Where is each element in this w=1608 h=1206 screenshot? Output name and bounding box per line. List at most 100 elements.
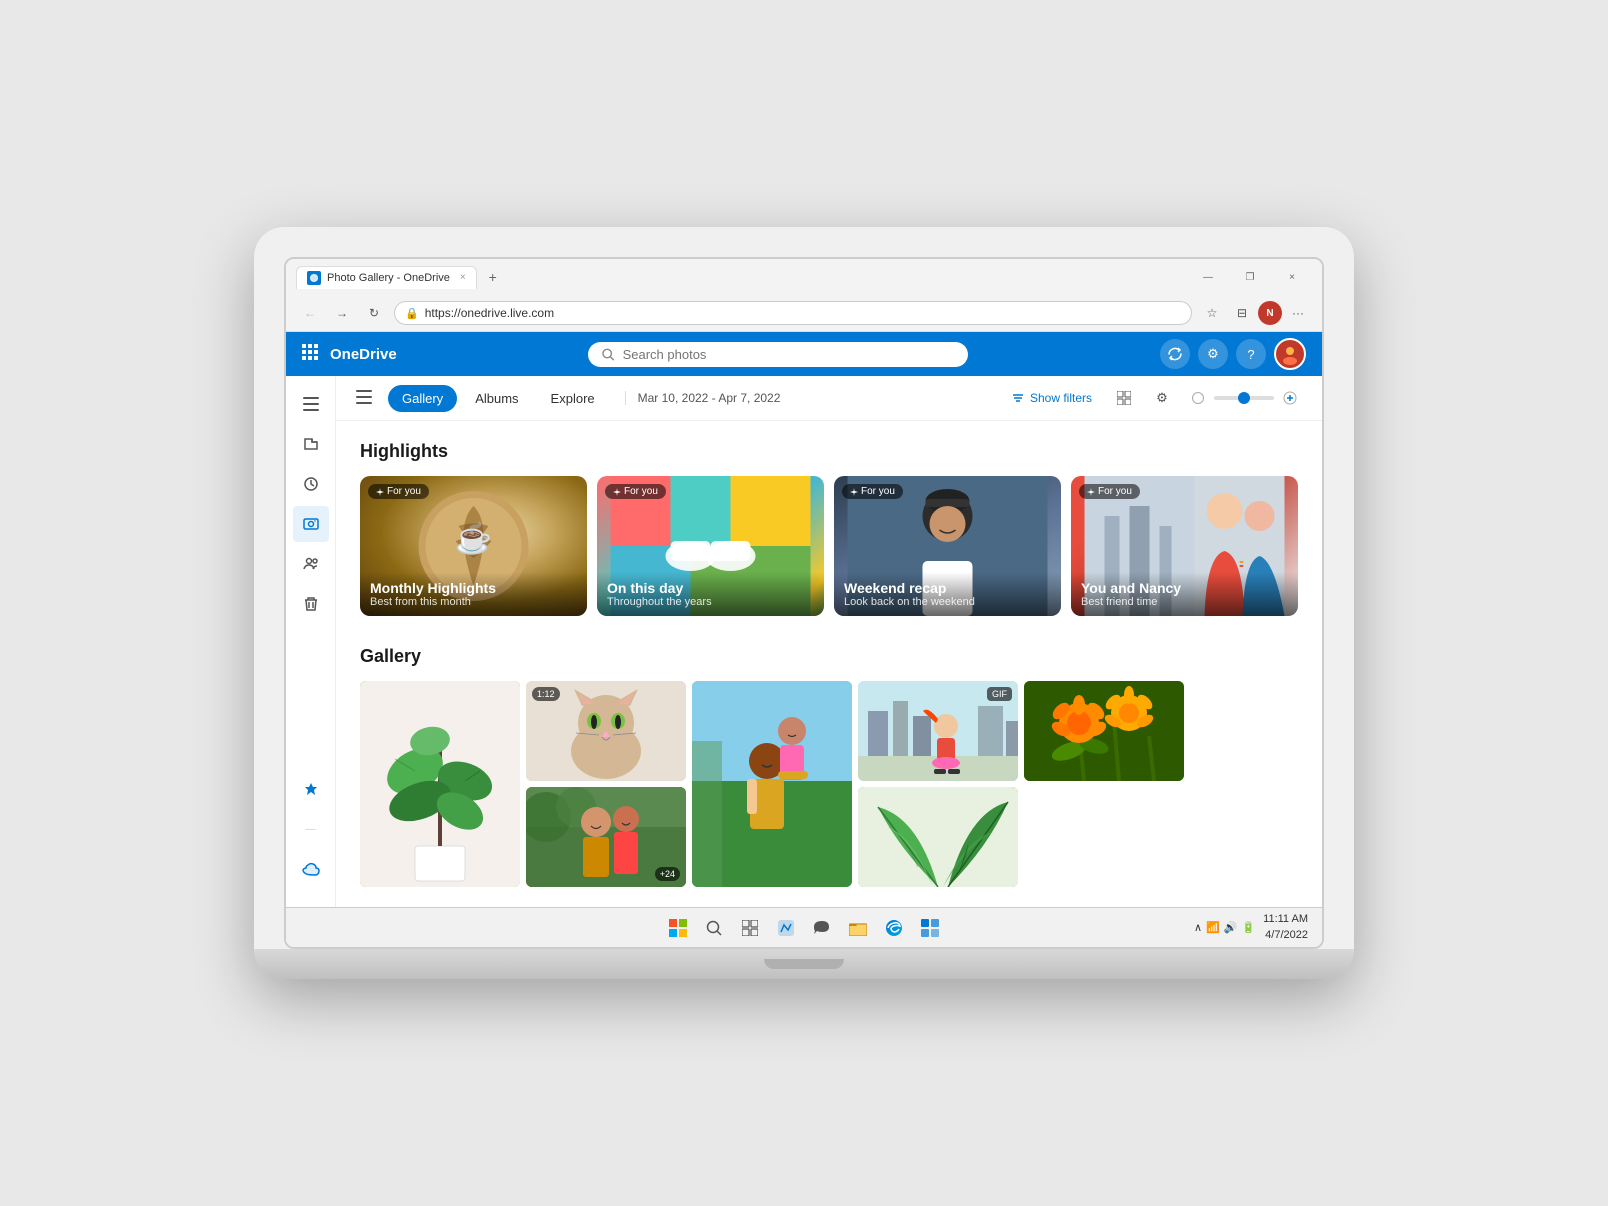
for-you-badge-3: For you [842, 484, 903, 499]
show-filters-label: Show filters [1030, 391, 1092, 405]
address-bar[interactable]: 🔒 [394, 301, 1192, 325]
url-input[interactable] [425, 306, 1181, 320]
highlight-title-2: On this day [607, 580, 814, 596]
taskbar-store[interactable] [914, 912, 946, 944]
onedrive-logo: OneDrive [330, 346, 397, 363]
gallery-item-plant[interactable] [360, 681, 520, 887]
nav-actions: Show filters ⚙ [1004, 384, 1302, 412]
account-btn[interactable]: N [1258, 301, 1282, 325]
taskbar-right: ∧ 📶 🔊 🔋 11:11 AM 4/7/2022 [1194, 912, 1308, 943]
sidebar-item-divider: — [293, 811, 329, 847]
sparkle-icon-4 [1087, 488, 1095, 496]
app-grid-icon[interactable] [302, 344, 318, 365]
gallery-grid: 1:12 [360, 681, 1298, 887]
for-you-badge-4: For you [1079, 484, 1140, 499]
content-area: Highlights [336, 421, 1322, 907]
forward-btn[interactable]: → [328, 299, 356, 327]
tab-close-btn[interactable]: × [460, 272, 466, 283]
count-badge: +24 [655, 867, 680, 881]
browser-tab[interactable]: Photo Gallery - OneDrive × [296, 266, 477, 289]
new-tab-btn[interactable]: + [481, 265, 505, 289]
sidebar-item-files[interactable] [293, 426, 329, 462]
search-box[interactable] [588, 342, 968, 367]
gallery-item-leaves[interactable] [858, 787, 1018, 887]
sparkle-icon [376, 488, 384, 496]
taskbar-time: 11:11 AM [1263, 912, 1308, 927]
sidebar-item-people[interactable] [293, 546, 329, 582]
tab-gallery[interactable]: Gallery [388, 385, 457, 412]
highlight-info-4: You and Nancy Best friend time [1071, 572, 1298, 616]
gallery-title: Gallery [360, 646, 1298, 667]
taskbar-taskview[interactable] [734, 912, 766, 944]
sync-icon[interactable] [1160, 339, 1190, 369]
highlight-subtitle-3: Look back on the weekend [844, 596, 1051, 608]
sidebar-item-menu[interactable] [293, 386, 329, 422]
highlight-info-3: Weekend recap Look back on the weekend [834, 572, 1061, 616]
sub-menu-btn[interactable] [356, 390, 372, 407]
highlight-info-1: Monthly Highlights Best from this month [360, 572, 587, 616]
video-badge: 1:12 [532, 687, 560, 701]
gallery-item-family[interactable] [692, 681, 852, 887]
user-avatar[interactable] [1274, 338, 1306, 370]
taskbar-search[interactable] [698, 912, 730, 944]
zoom-in-btn[interactable] [1278, 386, 1302, 410]
restore-btn[interactable]: ❐ [1230, 265, 1270, 289]
refresh-btn[interactable]: ↻ [360, 299, 388, 327]
more-btn[interactable]: ··· [1284, 299, 1312, 327]
taskbar-chat[interactable] [806, 912, 838, 944]
close-btn[interactable]: × [1272, 265, 1312, 289]
zoom-thumb [1238, 392, 1250, 404]
taskbar-date: 4/7/2022 [1263, 928, 1308, 943]
tab-albums[interactable]: Albums [461, 385, 532, 412]
sidebar-item-recycle[interactable] [293, 586, 329, 622]
search-input[interactable] [623, 347, 955, 362]
taskbar-explorer[interactable] [842, 912, 874, 944]
sparkle-icon-2 [613, 488, 621, 496]
view-toggle-btn-1[interactable] [1110, 384, 1138, 412]
zoom-controls [1186, 386, 1302, 410]
gallery-item-marigold[interactable] [1024, 681, 1184, 781]
minimize-btn[interactable]: — [1188, 265, 1228, 289]
highlight-card-nancy[interactable]: For you You and Nancy Best friend time [1071, 476, 1298, 616]
sidebar-item-recent[interactable] [293, 466, 329, 502]
taskbar: ∧ 📶 🔊 🔋 11:11 AM 4/7/2022 [286, 907, 1322, 947]
for-you-badge-1: For you [368, 484, 429, 499]
taskbar-start[interactable] [662, 912, 694, 944]
highlight-subtitle-1: Best from this month [370, 596, 577, 608]
gallery-item-cat[interactable]: 1:12 [526, 681, 686, 781]
highlight-card-onthisday[interactable]: For you On this day Throughout the years [597, 476, 824, 616]
highlight-card-monthly[interactable]: For you Monthly Highlights Best from thi… [360, 476, 587, 616]
highlight-subtitle-2: Throughout the years [607, 596, 814, 608]
highlight-title-3: Weekend recap [844, 580, 1051, 596]
sidebar-item-photos[interactable] [293, 506, 329, 542]
show-filters-btn[interactable]: Show filters [1004, 387, 1100, 409]
sidebar-item-cloud[interactable] [293, 851, 329, 887]
search-icon [602, 348, 614, 361]
tab-favicon [307, 271, 321, 285]
settings-view-btn[interactable]: ⚙ [1148, 384, 1176, 412]
gallery-item-skater[interactable]: GIF [858, 681, 1018, 781]
settings-icon[interactable]: ⚙ [1198, 339, 1228, 369]
highlight-title-1: Monthly Highlights [370, 580, 577, 596]
taskbar-widgets[interactable] [770, 912, 802, 944]
zoom-slider[interactable] [1214, 396, 1274, 400]
highlight-card-weekend[interactable]: For you Weekend recap Look back on the w… [834, 476, 1061, 616]
highlight-info-2: On this day Throughout the years [597, 572, 824, 616]
nav-tabs: Gallery Albums Explore [388, 385, 609, 412]
sidebar: — [286, 376, 336, 907]
collections-btn[interactable]: ⊟ [1228, 299, 1256, 327]
favorites-btn[interactable]: ☆ [1198, 299, 1226, 327]
taskbar-clock: 11:11 AM 4/7/2022 [1263, 912, 1308, 943]
zoom-out-btn[interactable] [1186, 386, 1210, 410]
help-icon[interactable]: ? [1236, 339, 1266, 369]
gif-badge: GIF [987, 687, 1012, 701]
highlights-grid: For you Monthly Highlights Best from thi… [360, 476, 1298, 616]
taskbar-edge[interactable] [878, 912, 910, 944]
tab-explore[interactable]: Explore [537, 385, 609, 412]
gallery-item-friends[interactable]: +24 [526, 787, 686, 887]
lock-icon: 🔒 [405, 307, 419, 320]
for-you-badge-2: For you [605, 484, 666, 499]
sidebar-item-premium[interactable] [293, 771, 329, 807]
back-btn[interactable]: ← [296, 299, 324, 327]
onedrive-header: OneDrive [286, 332, 1322, 376]
